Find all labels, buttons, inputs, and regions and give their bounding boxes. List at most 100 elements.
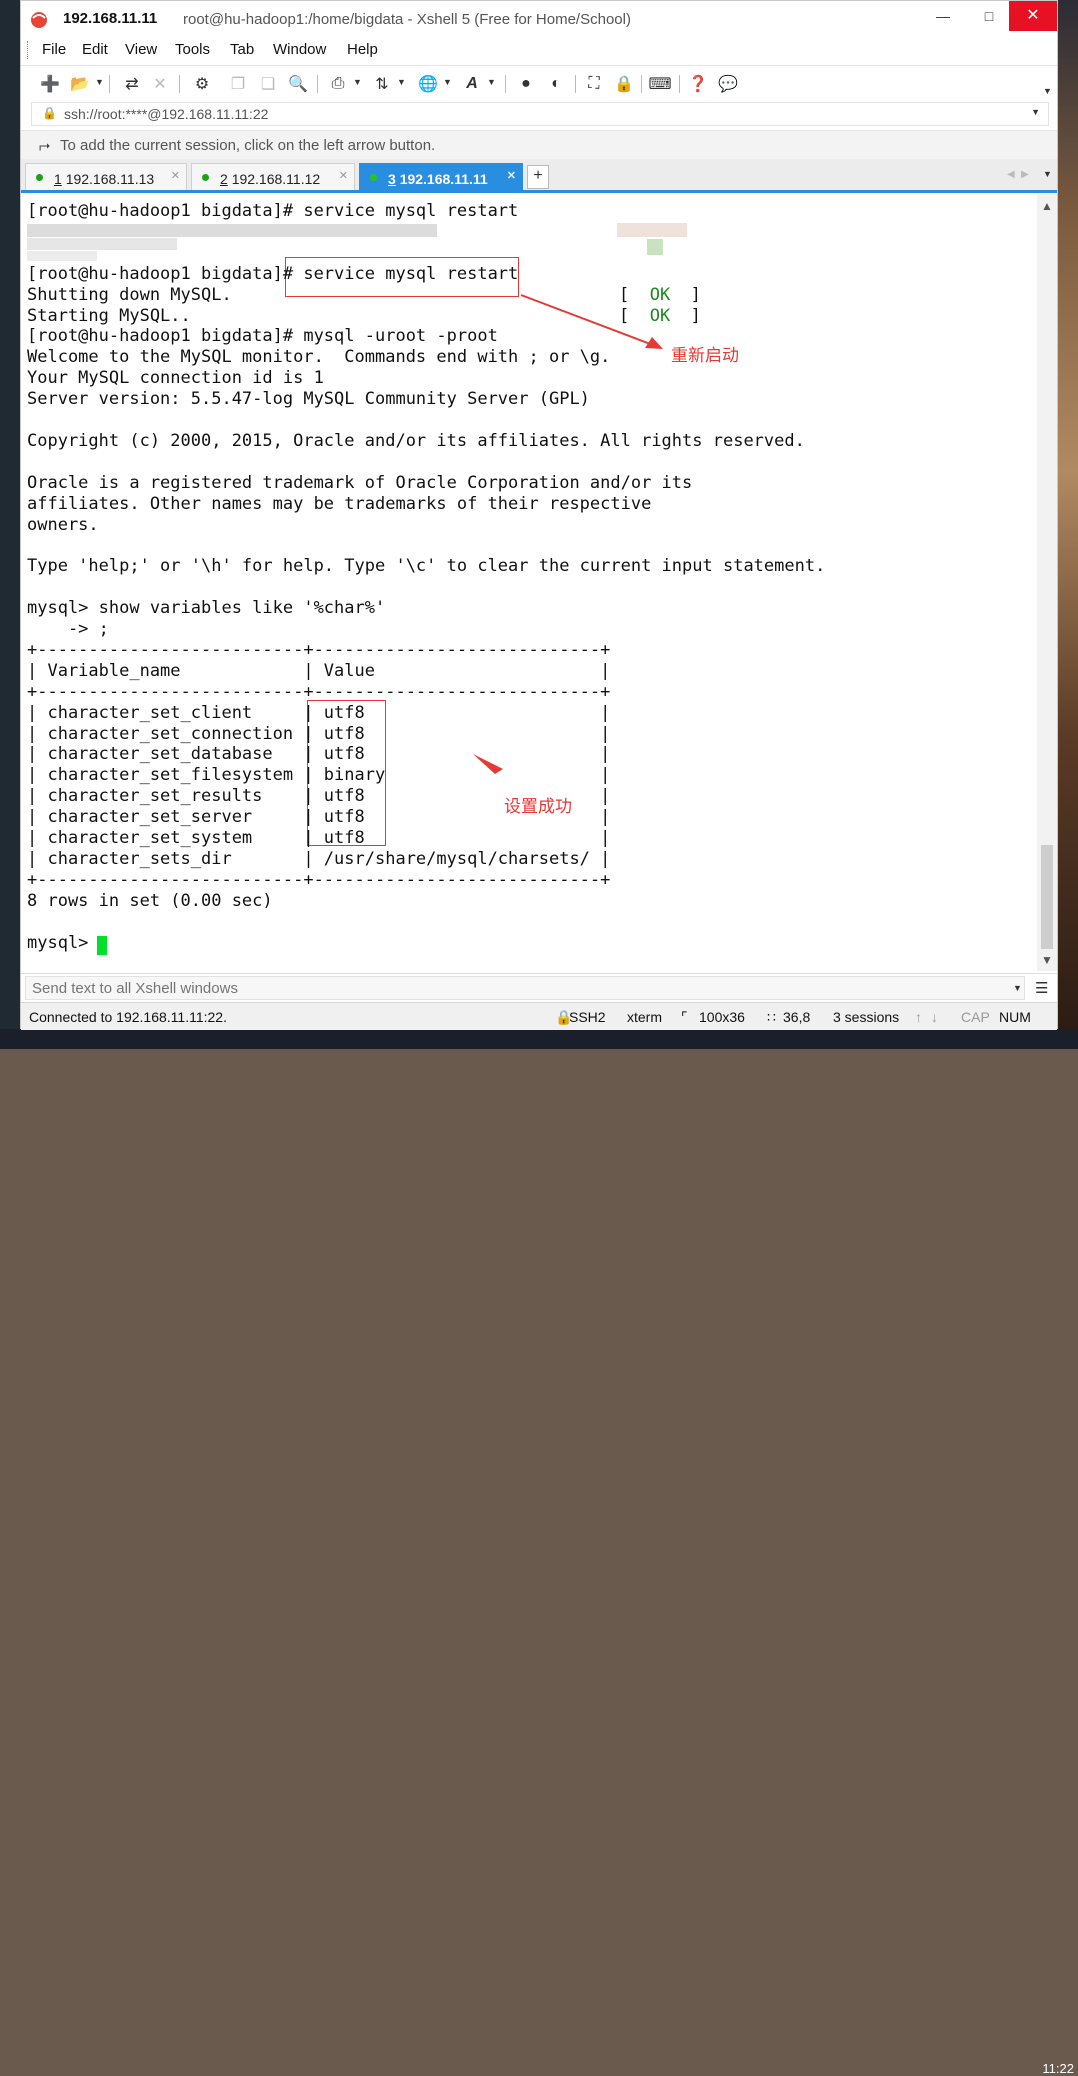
tab-label: 192.168.11.12 [231,171,321,187]
status-caps-lock: CAP [961,1009,990,1025]
paste-icon[interactable]: ❑ [257,74,279,94]
connection-status: Connected to 192.168.11.11:22. [29,1009,227,1025]
transfer-icon[interactable]: ⇅ [371,74,393,94]
tab-close-icon[interactable]: ✕ [339,169,348,182]
status-bar: Connected to 192.168.11.11:22. 🔒 SSH2 xt… [21,1002,1057,1030]
terminal-line: | character_sets_dir | /usr/share/mysql/… [27,848,611,869]
maximize-button[interactable]: □ [967,1,1011,31]
terminal-line: Oracle is a registered trademark of Orac… [27,472,693,493]
title-bar[interactable]: 192.168.11.11 root@hu-hadoop1:/home/bigd… [21,1,1057,37]
menu-view[interactable]: View [125,41,157,58]
address-bar[interactable]: 🔒 ssh://root:****@192.168.11.11:22 ▼ [31,102,1049,126]
terminal-line: | character_set_system | utf8 | [27,828,611,848]
window-title: root@hu-hadoop1:/home/bigdata - Xshell 5… [183,11,631,28]
menu-grip[interactable] [27,41,31,59]
minimize-button[interactable]: — [921,1,965,31]
new-session-icon[interactable]: ➕ [39,74,61,94]
help-icon[interactable]: ❓ [687,74,709,94]
new-tab-button[interactable]: + [527,165,549,189]
terminal-line: [root@hu-hadoop1 bigdata]# service mysql… [27,201,519,221]
status-terminal-type: xterm [627,1009,662,1025]
fullscreen-icon[interactable]: ⛶ [583,74,605,94]
find-icon[interactable]: 🔍 [287,74,309,94]
menu-window[interactable]: Window [273,41,326,58]
terminal-line: | character_set_database | utf8 | [27,744,611,765]
tab-number: 3 [388,171,396,187]
session-status-icon [370,174,377,181]
terminal-output[interactable]: [ OK ] [ OK ] 重新启动 设置成功 [root@hu-hadoop1… [21,193,1037,971]
tab-label: 192.168.11.11 [399,171,488,187]
terminal-line: Starting MySQL.. [27,305,191,326]
toolbar: ➕ 📂 ▼ ⇄ ✕ ⚙ ❐ ❑ 🔍 ⎙ ▼ ⇅ ▼ 🌐 ▼ A ▼ ● ◐ ⛶ … [21,65,1057,102]
tab-session-2[interactable]: 2 192.168.11.12 ✕ [191,163,355,190]
xftp-icon[interactable]: ◐ [545,74,567,94]
terminal-line: | Variable_name | Value | [27,660,611,681]
taskbar-clock: 11:22 [1042,2061,1074,2076]
terminal-line: +--------------------------+------------… [27,681,611,702]
menu-tab[interactable]: Tab [230,41,254,58]
properties-icon[interactable]: ⚙ [191,74,213,94]
terminal-line: Welcome to the MySQL monitor. Commands e… [27,347,611,368]
font-dropdown-icon[interactable]: ▼ [487,77,496,87]
keyboard-icon[interactable]: ⌨ [648,74,671,94]
status-size: 100x36 [699,1009,745,1025]
disconnect-icon[interactable]: ✕ [149,74,171,94]
chat-icon[interactable]: 💬 [717,74,739,94]
tab-bar: 1 192.168.11.13 ✕ 2 192.168.11.12 ✕ 3 19… [21,159,1057,193]
tab-close-icon[interactable]: ✕ [507,169,516,182]
transfer-dropdown-icon[interactable]: ▼ [397,77,406,87]
terminal-line: Shutting down MySQL. [27,284,232,305]
terminal-line: Copyright (c) 2000, 2015, Oracle and/or … [27,430,805,451]
tab-close-icon[interactable]: ✕ [171,169,180,182]
menu-edit[interactable]: Edit [82,41,108,58]
address-dropdown-icon[interactable]: ▼ [1031,107,1040,117]
cursor-pos-icon: ∷ [767,1009,776,1025]
toolbar-overflow-icon[interactable]: ▼ [1043,86,1052,96]
status-sessions: 3 sessions [833,1009,900,1025]
send-dropdown-icon[interactable]: ▼ [1013,983,1022,993]
terminal-line: | character_set_connection | utf8 | [27,723,611,744]
terminal-line: mysql> [27,932,99,953]
terminal-line: owners. [27,514,99,535]
print-dropdown-icon[interactable]: ▼ [353,77,362,87]
xshell-icon[interactable]: ● [515,74,537,94]
tab-number: 1 [54,171,62,187]
close-button[interactable]: ✕ [1009,1,1057,31]
session-status-icon [36,174,43,181]
window-title-ip: 192.168.11.11 [63,10,158,27]
terminal-line: mysql> show variables like '%char%' [27,598,386,619]
scroll-up-icon[interactable]: ▲ [1041,199,1053,213]
print-icon[interactable]: ⎙ [327,74,349,94]
scroll-down-icon[interactable]: ▼ [1041,953,1053,967]
scrollbar-thumb[interactable] [1041,845,1053,949]
font-icon[interactable]: A [461,74,483,94]
session-up-icon[interactable]: ↑ [915,1009,922,1025]
status-protocol: SSH2 [569,1009,606,1025]
copy-icon[interactable]: ❐ [227,74,249,94]
tab-session-1[interactable]: 1 192.168.11.13 ✕ [25,163,187,190]
add-session-arrow-icon[interactable]: ⮣ [39,137,50,154]
terminal-line: | character_set_results | utf8 | [27,786,611,807]
globe-icon[interactable]: 🌐 [417,74,439,94]
send-text-input[interactable] [25,976,1025,1000]
reconnect-icon[interactable]: ⇄ [121,74,143,94]
session-down-icon[interactable]: ↓ [931,1009,938,1025]
tab-label: 192.168.11.13 [65,171,155,187]
lock-icon[interactable]: 🔒 [613,74,635,94]
status-cursor-position: 36,8 [783,1009,811,1025]
open-dropdown-icon[interactable]: ▼ [95,77,104,87]
menu-help[interactable]: Help [347,41,378,58]
terminal-scrollbar[interactable]: ▲ ▼ [1037,193,1057,971]
tab-list-dropdown-icon[interactable]: ▼ [1043,169,1052,179]
tab-session-3[interactable]: 3 192.168.11.11 ✕ [359,163,523,190]
open-folder-icon[interactable]: 📂 [69,74,91,94]
compose-menu-icon[interactable]: ☰ [1035,979,1048,997]
menu-tools[interactable]: Tools [175,41,210,58]
tab-prev-icon[interactable]: ◀ [1007,169,1015,180]
globe-dropdown-icon[interactable]: ▼ [443,77,452,87]
size-icon: ⌜ [681,1009,688,1025]
menu-file[interactable]: File [42,41,66,58]
tab-next-icon[interactable]: ▶ [1021,169,1029,180]
desktop-background-right [1058,0,1078,1049]
menu-bar: File Edit View Tools Tab Window Help [21,37,1057,63]
